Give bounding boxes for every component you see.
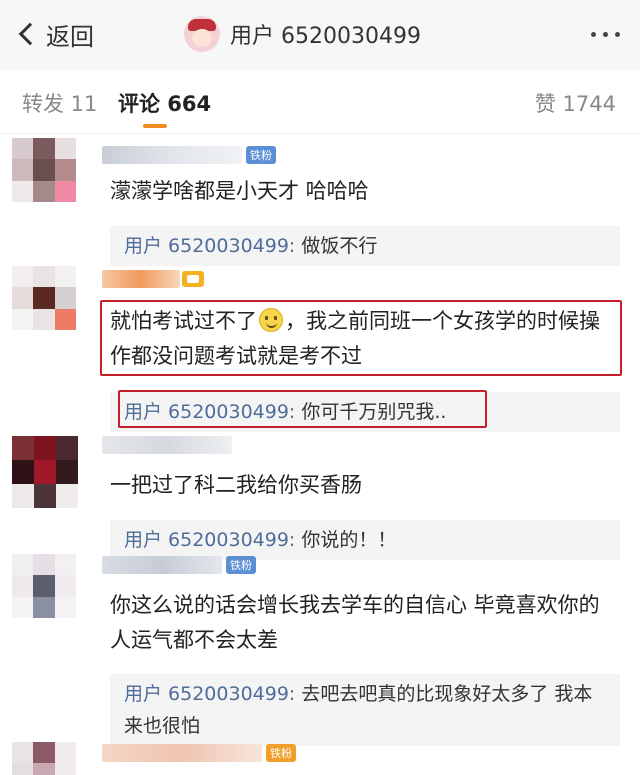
avatar[interactable] (184, 16, 220, 52)
top-bar: 返回 用户 6520030499 (0, 0, 640, 70)
avatar[interactable] (12, 436, 78, 508)
comment-username[interactable] (102, 434, 232, 456)
reply-box[interactable]: 用户 6520030499: 做饭不行 (110, 226, 620, 266)
back-button[interactable]: 返回 (16, 14, 94, 54)
comment-text: 一把过了科二我给你买香肠 (110, 473, 362, 497)
comment-username[interactable] (102, 268, 204, 290)
fan-badge: 铁粉 (246, 146, 276, 164)
tab-comment[interactable]: 评论 664 (118, 88, 211, 118)
highlight-box (100, 300, 622, 376)
avatar[interactable] (12, 138, 76, 202)
reply-text: 你说的！！ (295, 529, 397, 551)
more-dots-icon[interactable] (591, 32, 620, 37)
reply-text: 做饭不行 (295, 235, 378, 257)
fan-badge: 铁粉 (226, 556, 256, 574)
highlight-box (118, 390, 487, 428)
fan-badge: 铁粉 (266, 744, 296, 762)
reply-username[interactable]: 用户 6520030499: (124, 683, 295, 705)
page-title: 用户 6520030499 (230, 24, 421, 49)
comment-username[interactable]: 铁粉 (102, 742, 296, 764)
reply-username[interactable]: 用户 6520030499: (124, 529, 295, 551)
profile-title[interactable]: 用户 6520030499 (184, 14, 421, 54)
comment-username[interactable]: 铁粉 (102, 144, 276, 166)
avatar[interactable] (12, 554, 76, 618)
chevron-left-icon (18, 22, 42, 46)
back-label: 返回 (46, 22, 94, 51)
tab-repost[interactable]: 转发 11 (22, 88, 97, 118)
vip-crown-icon (182, 271, 204, 287)
comment-text: 濛濛学啥都是小天才 哈哈哈 (110, 179, 369, 203)
active-tab-indicator (143, 124, 167, 128)
tab-bar: 转发 11 评论 664 赞 1744 (0, 70, 640, 134)
avatar[interactable] (12, 266, 76, 330)
reply-username[interactable]: 用户 6520030499: (124, 235, 295, 257)
tab-like[interactable]: 赞 1744 (535, 88, 616, 118)
comment-username[interactable]: 铁粉 (102, 554, 256, 576)
avatar[interactable] (12, 742, 76, 775)
reply-box[interactable]: 用户 6520030499: 去吧去吧真的比现象好太多了 我本来也很怕 (110, 674, 620, 746)
comment-text: 你这么说的话会增长我去学车的自信心 毕竟喜欢你的人运气都不会太差 (110, 593, 600, 652)
